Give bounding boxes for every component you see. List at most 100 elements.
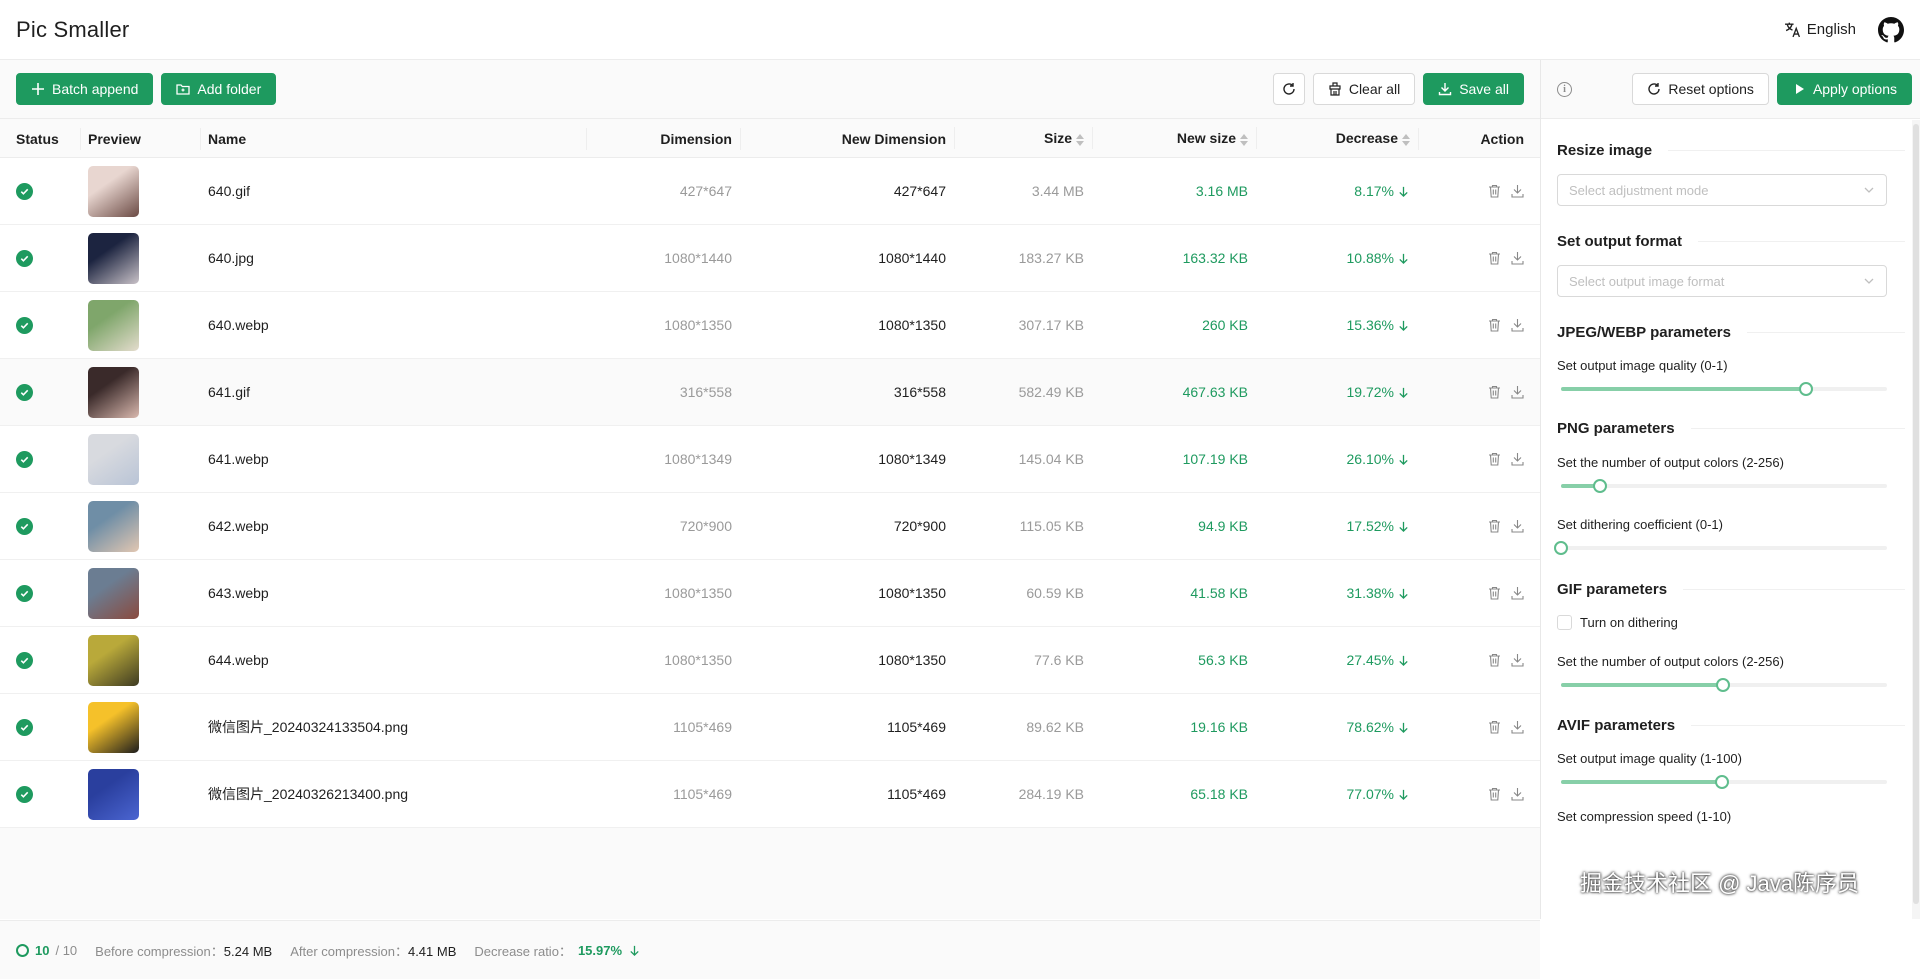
size-cell: 284.19 KB	[1018, 786, 1084, 802]
new-size-cell: 163.32 KB	[1182, 250, 1248, 266]
slider-handle[interactable]	[1798, 382, 1813, 396]
format-placeholder: Select output image format	[1569, 273, 1725, 289]
download-icon[interactable]	[1511, 720, 1524, 734]
new-size-cell: 94.9 KB	[1198, 518, 1248, 534]
download-icon[interactable]	[1511, 318, 1524, 332]
header-decrease[interactable]: Decrease	[1256, 127, 1418, 150]
image-thumbnail[interactable]	[88, 768, 139, 820]
slider-handle[interactable]	[1715, 678, 1730, 692]
reset-icon	[1648, 83, 1661, 95]
reset-options-button[interactable]: Reset options	[1632, 73, 1769, 105]
download-icon	[1438, 83, 1452, 96]
decrease-cell: 27.45%	[1256, 652, 1418, 668]
png-dither-slider[interactable]	[1554, 541, 1887, 555]
slider-handle[interactable]	[1715, 775, 1730, 789]
clear-all-label: Clear all	[1348, 81, 1401, 97]
delete-icon[interactable]	[1488, 184, 1501, 198]
header-size[interactable]: Size	[954, 127, 1092, 150]
plus-icon	[32, 83, 44, 95]
slider-handle[interactable]	[1554, 541, 1568, 555]
refresh-button[interactable]	[1272, 73, 1305, 105]
new-dimension-cell: 316*558	[893, 384, 946, 400]
download-icon[interactable]	[1511, 653, 1524, 667]
new-dimension-cell: 427*647	[893, 183, 946, 199]
avif-quality-slider[interactable]	[1557, 775, 1887, 789]
new-size-cell: 19.16 KB	[1190, 719, 1248, 735]
delete-icon[interactable]	[1488, 787, 1501, 801]
image-thumbnail[interactable]	[88, 567, 139, 619]
png-colors-slider[interactable]	[1557, 479, 1887, 493]
arrow-down-icon	[1399, 320, 1408, 331]
download-icon[interactable]	[1511, 452, 1524, 466]
decrease-value: 19.72%	[1346, 384, 1394, 400]
header-preview: Preview	[80, 127, 200, 150]
image-thumbnail[interactable]	[88, 299, 139, 351]
table-row: 643.webp 1080*1350 1080*1350 60.59 KB 41.58 …	[0, 560, 1540, 627]
file-name: 640.jpg	[208, 250, 254, 266]
jpeg-quality-slider[interactable]	[1557, 382, 1887, 396]
avif-speed-label: Set compression speed (1-10)	[1557, 809, 1732, 824]
download-icon[interactable]	[1511, 251, 1524, 265]
image-thumbnail[interactable]	[88, 165, 139, 217]
gif-colors-slider[interactable]	[1557, 678, 1887, 692]
slider-handle[interactable]	[1592, 479, 1607, 493]
table-row: 640.gif 427*647 427*647 3.44 MB 3.16 MB 8.17%	[0, 158, 1540, 225]
delete-icon[interactable]	[1488, 653, 1501, 667]
download-icon[interactable]	[1511, 184, 1524, 198]
gif-dither-checkbox[interactable]: Turn on dithering	[1557, 615, 1905, 630]
apply-options-button[interactable]: Apply options	[1776, 73, 1912, 105]
download-icon[interactable]	[1511, 385, 1524, 399]
action-cell	[1418, 251, 1540, 265]
delete-icon[interactable]	[1488, 720, 1501, 734]
resize-mode-select[interactable]: Select adjustment mode	[1557, 174, 1887, 206]
new-dimension-cell: 1105*469	[887, 719, 946, 735]
image-thumbnail[interactable]	[88, 232, 139, 284]
image-thumbnail[interactable]	[88, 634, 139, 686]
dimension-cell: 1080*1349	[664, 451, 732, 467]
avif-section-title: AVIF parameters	[1557, 713, 1905, 737]
dimension-cell: 1080*1440	[664, 250, 732, 266]
image-thumbnail[interactable]	[88, 500, 139, 552]
status-cell	[0, 584, 80, 602]
download-icon[interactable]	[1511, 519, 1524, 533]
delete-icon[interactable]	[1488, 251, 1501, 265]
preview-cell	[80, 634, 200, 686]
delete-icon[interactable]	[1488, 452, 1501, 466]
checkbox-box[interactable]	[1557, 615, 1572, 630]
download-icon[interactable]	[1511, 787, 1524, 801]
dimension-cell: 1105*469	[673, 719, 732, 735]
download-icon[interactable]	[1511, 586, 1524, 600]
decrease-value: 10.88%	[1346, 250, 1394, 266]
add-folder-button[interactable]: Add folder	[161, 73, 277, 105]
check-circle-icon	[16, 383, 33, 401]
save-all-button[interactable]: Save all	[1423, 73, 1524, 105]
info-icon[interactable]: i	[1557, 81, 1572, 97]
delete-icon[interactable]	[1488, 385, 1501, 399]
header-new-size[interactable]: New size	[1092, 127, 1256, 150]
status-cell	[0, 383, 80, 401]
table-body: 640.gif 427*647 427*647 3.44 MB 3.16 MB 8.17%…	[0, 158, 1540, 828]
language-switch[interactable]: English	[1784, 21, 1856, 38]
toolbar: Batch append Add folder Clear all Save a…	[0, 60, 1540, 119]
clear-all-button[interactable]: Clear all	[1312, 73, 1416, 105]
delete-icon[interactable]	[1488, 586, 1501, 600]
decrease-value: 15.36%	[1346, 317, 1394, 333]
preview-cell	[80, 299, 200, 351]
arrow-down-icon	[1399, 454, 1408, 465]
output-format-select[interactable]: Select output image format	[1557, 265, 1887, 297]
size-cell: 77.6 KB	[1034, 652, 1084, 668]
chevron-down-icon	[1864, 187, 1874, 193]
batch-append-button[interactable]: Batch append	[16, 73, 154, 105]
new-dimension-cell: 720*900	[893, 518, 946, 534]
dimension-cell: 1080*1350	[664, 585, 732, 601]
check-circle-icon	[16, 249, 33, 267]
delete-icon[interactable]	[1488, 318, 1501, 332]
image-thumbnail[interactable]	[88, 433, 139, 485]
image-thumbnail[interactable]	[88, 701, 139, 753]
decrease-cell: 15.36%	[1256, 317, 1418, 333]
sidebar-scrollbar[interactable]	[1912, 120, 1920, 919]
progress-ring-icon	[16, 943, 29, 957]
image-thumbnail[interactable]	[88, 366, 139, 418]
github-link[interactable]	[1878, 16, 1904, 43]
delete-icon[interactable]	[1488, 519, 1501, 533]
